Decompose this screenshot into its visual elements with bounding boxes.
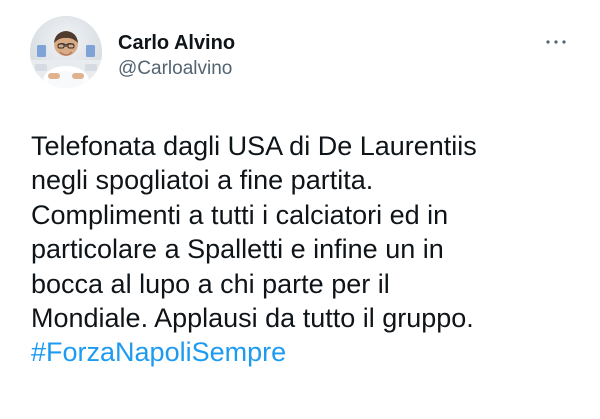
author-handle[interactable]: @Carloalvino	[118, 57, 232, 81]
more-options-button[interactable]	[536, 30, 576, 54]
more-horizontal-icon	[546, 40, 566, 44]
tweet-text-line: Telefonata dagli USA di De Laurentiis	[31, 131, 477, 161]
tweet-text-line: bocca al lupo a chi parte per il	[31, 268, 390, 299]
avatar[interactable]	[30, 16, 102, 88]
tweet-text-line: negli spogliatoi a fine partita.	[31, 165, 374, 196]
tweet-text: Telefonata dagli USA di De Laurentiis ne…	[31, 129, 571, 370]
tweet-text-line: Mondiale. Applausi da tutto il gruppo.	[31, 303, 474, 334]
tweet-card: Carlo Alvino @Carloalvino Telefonata dag…	[0, 0, 600, 419]
author-name[interactable]: Carlo Alvino	[118, 31, 235, 55]
hashtag-link[interactable]: #ForzaNapoliSempre	[31, 335, 571, 369]
tweet-text-line: Complimenti a tutti i calciatori ed in	[31, 199, 449, 230]
user-avatar-icon	[30, 16, 102, 88]
tweet-text-line: particolare a Spalletti e infine un in	[31, 234, 444, 265]
